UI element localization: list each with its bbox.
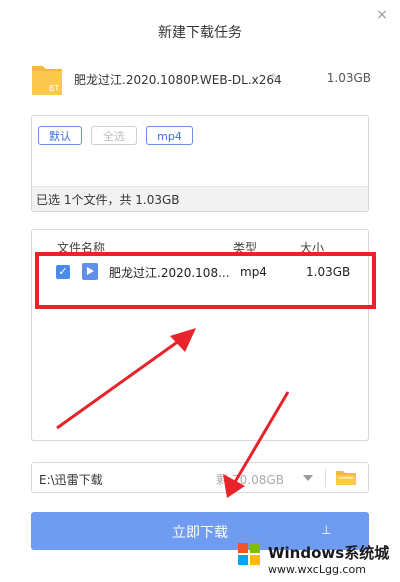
dialog-title: 新建下载任务 — [158, 25, 242, 41]
free-space: 剩:70.08GB — [216, 473, 284, 487]
rename-icon[interactable]: ✎ — [270, 71, 279, 84]
bt-folder-icon: BT — [32, 66, 62, 95]
new-download-dialog: 新建下载任务 × BT 肥龙过江.2020.1080P.WEB-DL.x264 … — [0, 0, 400, 582]
selection-summary-bar: 已选 1个文件，共 1.03GB — [32, 186, 368, 211]
save-path[interactable]: E:\迅雷下载 — [39, 471, 103, 488]
selection-summary: 已选 1个文件，共 1.03GB — [36, 193, 180, 207]
chevron-down-icon[interactable] — [303, 475, 313, 481]
folder-icon[interactable] — [336, 469, 356, 485]
torrent-name: 肥龙过江.2020.1080P.WEB-DL.x264 — [74, 73, 282, 87]
close-icon[interactable]: × — [374, 7, 390, 23]
filter-default-button[interactable]: 默认 — [38, 126, 82, 145]
file-filter-panel: 默认 全选 mp4 已选 1个文件，共 1.03GB — [31, 115, 369, 212]
bt-badge: BT — [49, 84, 59, 93]
highlight-box — [35, 252, 376, 309]
torrent-size: 1.03GB — [326, 71, 371, 85]
watermark-title: Windows系统城 — [268, 544, 390, 562]
torrent-info: BT 肥龙过江.2020.1080P.WEB-DL.x264 ✎ 1.03GB — [31, 62, 371, 96]
speed-limit-icon[interactable]: ⊥ — [321, 523, 331, 537]
save-path-field[interactable]: E:\迅雷下载 剩:70.08GB — [31, 462, 369, 493]
divider — [325, 469, 326, 487]
windows-logo — [238, 543, 260, 565]
filter-mp4-button[interactable]: mp4 — [146, 126, 193, 145]
watermark-url: www.wxcLgg.com — [268, 563, 366, 576]
file-list-header: 文件名称 类型 大小 — [32, 230, 368, 255]
filter-select-all-button[interactable]: 全选 — [91, 126, 137, 145]
site-watermark: Windows系统城 www.wxcLgg.com — [235, 538, 400, 582]
